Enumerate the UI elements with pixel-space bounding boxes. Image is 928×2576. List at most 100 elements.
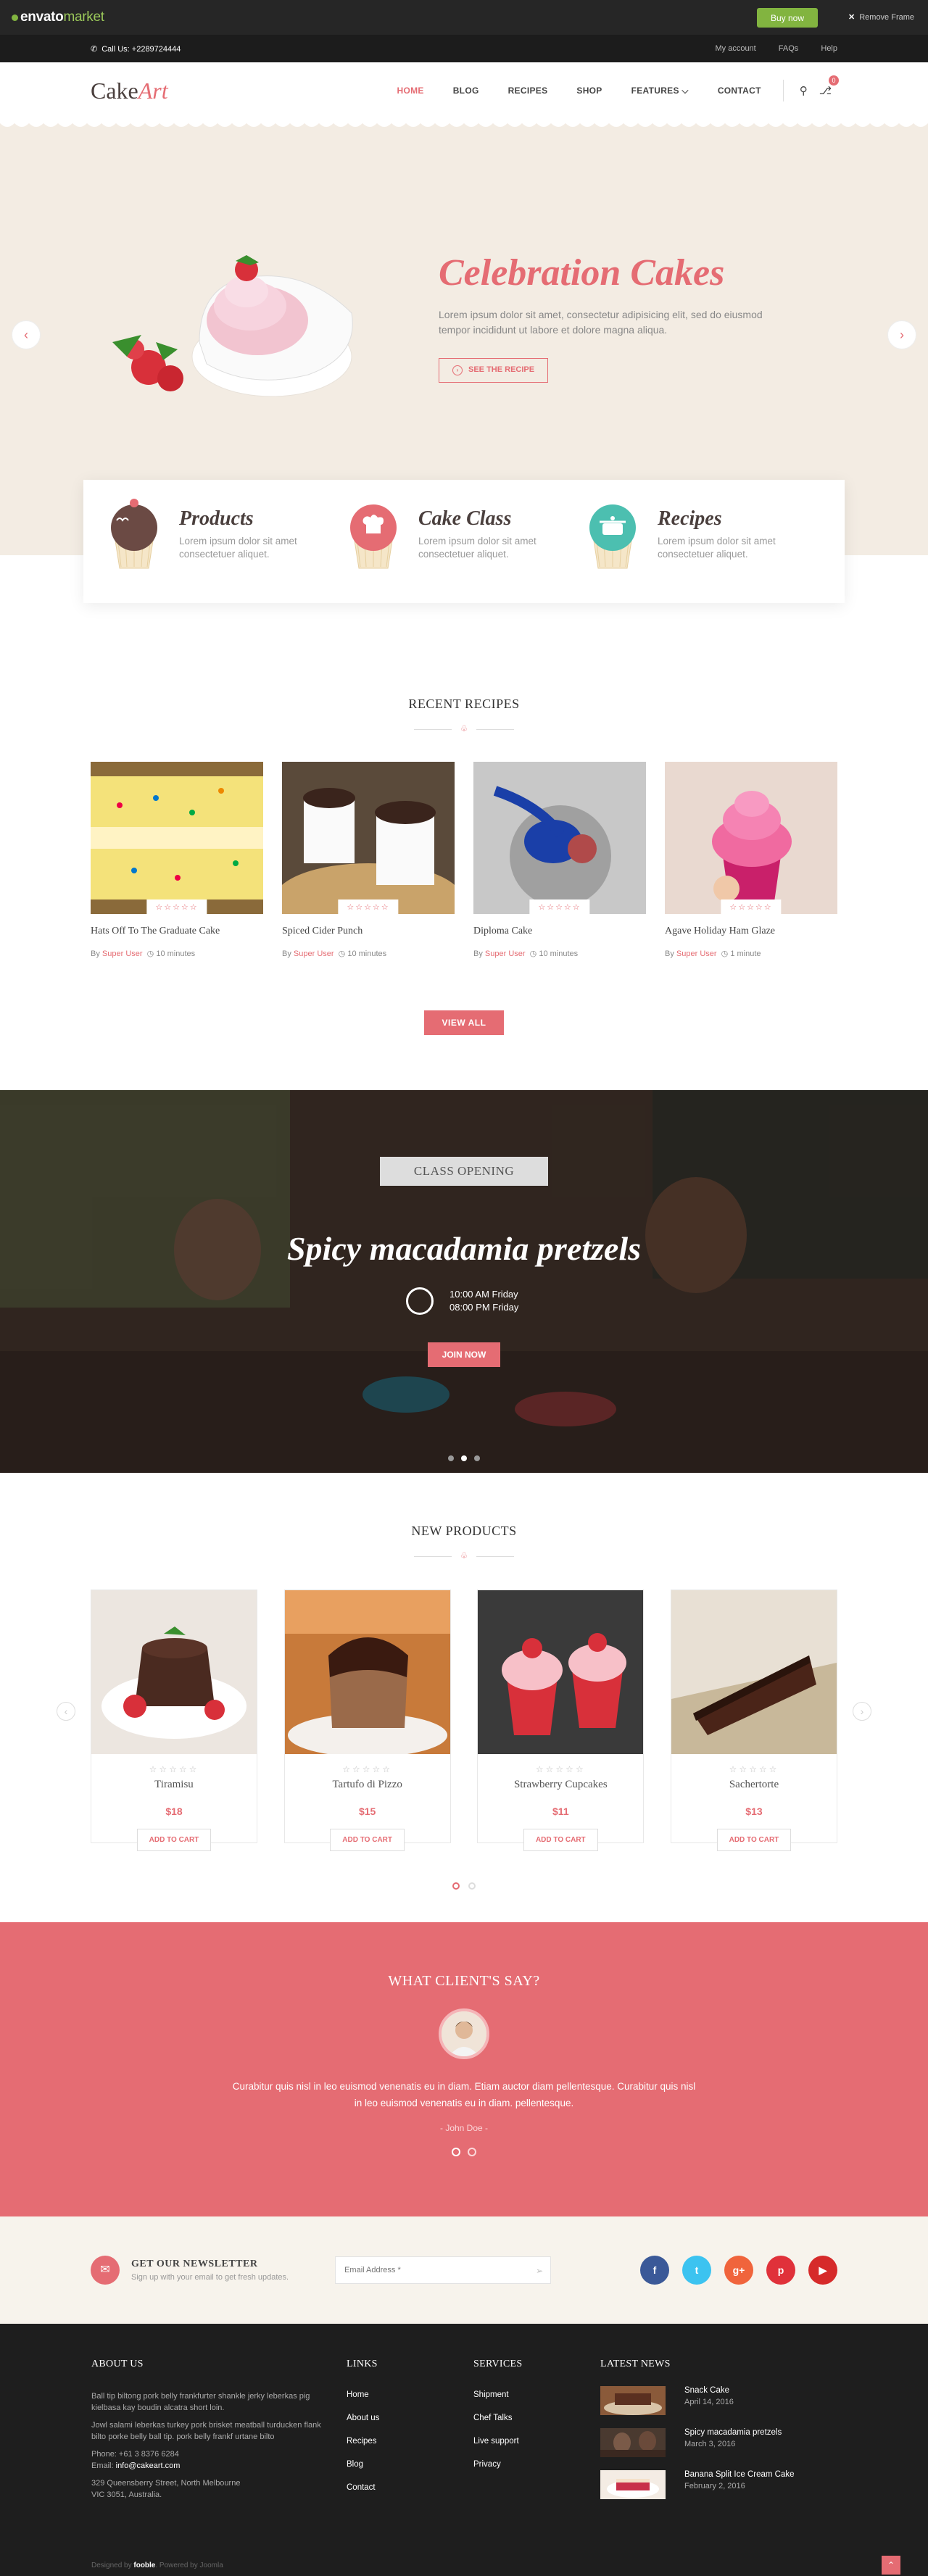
product-image[interactable]	[91, 1590, 257, 1754]
see-recipe-button[interactable]: › SEE THE RECIPE	[439, 358, 549, 383]
product-card[interactable]: ☆☆☆☆☆ Strawberry Cupcakes $11 ADD TO CAR…	[477, 1590, 645, 1851]
news-thumbnail[interactable]	[600, 2386, 666, 2415]
footer-link-home[interactable]: Home	[347, 2390, 379, 2399]
recipe-card[interactable]: ☆☆☆☆☆ Spiced Cider Punch By Super User ◷…	[282, 762, 455, 958]
footer-email[interactable]: info@cakeart.com	[116, 2461, 181, 2470]
add-to-cart-button[interactable]: ADD TO CART	[136, 1829, 212, 1851]
slider-dot-active[interactable]	[452, 2148, 460, 2156]
nav-contact[interactable]: CONTACT	[718, 86, 761, 96]
product-name[interactable]: Sachertorte	[671, 1779, 837, 1791]
youtube-icon[interactable]: ▶	[808, 2256, 837, 2285]
site-logo[interactable]: CakeArt	[91, 78, 168, 104]
cart-icon[interactable]: ⎇ 0	[819, 75, 839, 97]
search-icon[interactable]: ⚲	[800, 84, 808, 97]
google-plus-icon[interactable]: g+	[724, 2256, 753, 2285]
hero-prev-arrow[interactable]: ‹	[12, 320, 41, 349]
add-to-cart-button[interactable]: ADD TO CART	[716, 1829, 792, 1851]
designer-link[interactable]: fooble	[133, 2562, 155, 2569]
feature-recipes[interactable]: Recipes Lorem ipsum dolor sit amet consec…	[584, 499, 823, 584]
footer-link-blog[interactable]: Blog	[347, 2460, 379, 2469]
recipe-title[interactable]: Spiced Cider Punch	[282, 926, 455, 937]
product-image[interactable]	[284, 1590, 450, 1754]
footer-link-about[interactable]: About us	[347, 2414, 379, 2422]
nav-blog[interactable]: BLOG	[453, 86, 479, 96]
news-title[interactable]: Spicy macadamia pretzels	[684, 2428, 782, 2437]
footer-service-shipment[interactable]: Shipment	[473, 2390, 522, 2399]
slider-dot[interactable]	[448, 1455, 454, 1461]
recipe-author[interactable]: Super User	[676, 950, 717, 958]
product-card[interactable]: ☆☆☆☆☆ Tartufo di Pizzo $15 ADD TO CART	[283, 1590, 451, 1851]
twitter-icon[interactable]: t	[682, 2256, 711, 2285]
faqs-link[interactable]: FAQs	[779, 44, 799, 53]
nav-features[interactable]: FEATURES ⌵	[631, 86, 689, 96]
feature-title: Products	[179, 507, 254, 530]
help-link[interactable]: Help	[821, 44, 837, 53]
recipe-image[interactable]: ☆☆☆☆☆	[91, 762, 263, 914]
send-icon[interactable]: ➢	[536, 2266, 543, 2276]
top-bar: ✆ Call Us: +2289724444 My account FAQs He…	[0, 35, 928, 62]
recipe-author[interactable]: Super User	[294, 950, 334, 958]
footer-link-recipes[interactable]: Recipes	[347, 2437, 379, 2446]
recipe-title[interactable]: Agave Holiday Ham Glaze	[665, 926, 837, 937]
recipe-author[interactable]: Super User	[102, 950, 143, 958]
recipe-by: By	[665, 950, 676, 958]
phone-icon: ✆	[91, 44, 98, 54]
recipe-title[interactable]: Hats Off To The Graduate Cake	[91, 926, 263, 937]
news-thumbnail[interactable]	[600, 2470, 666, 2499]
recipe-author[interactable]: Super User	[485, 950, 526, 958]
recipe-image[interactable]: ☆☆☆☆☆	[665, 762, 837, 914]
product-name[interactable]: Tiramisu	[91, 1779, 257, 1791]
slider-dot-active[interactable]	[461, 1455, 467, 1461]
slider-dot-active[interactable]	[452, 1882, 460, 1890]
news-item[interactable]: Snack Cake April 14, 2016	[600, 2386, 840, 2415]
recipe-image[interactable]: ☆☆☆☆☆	[473, 762, 646, 914]
buy-now-button[interactable]: Buy now	[757, 8, 818, 28]
product-name[interactable]: Strawberry Cupcakes	[478, 1779, 643, 1791]
slider-dot[interactable]	[468, 2148, 476, 2156]
news-item[interactable]: Banana Split Ice Cream Cake February 2, 2…	[600, 2470, 840, 2499]
email-field[interactable]	[336, 2257, 551, 2283]
news-thumbnail[interactable]	[600, 2428, 666, 2457]
slider-dot[interactable]	[468, 1882, 476, 1890]
news-title[interactable]: Banana Split Ice Cream Cake	[684, 2470, 795, 2479]
products-next-arrow[interactable]: ›	[853, 1702, 871, 1721]
back-to-top-button[interactable]: ⌃	[882, 2556, 900, 2575]
recent-recipes-section: RECENT RECIPES ♧ ☆☆☆☆☆ Hats Off To The G…	[0, 678, 928, 1035]
feature-cake-class[interactable]: Cake Class Lorem ipsum dolor sit amet con…	[344, 499, 584, 584]
recipe-card[interactable]: ☆☆☆☆☆ Diploma Cake By Super User ◷ 10 mi…	[473, 762, 646, 958]
recipe-image[interactable]: ☆☆☆☆☆	[282, 762, 455, 914]
footer-service-privacy[interactable]: Privacy	[473, 2460, 522, 2469]
nav-recipes[interactable]: RECIPES	[508, 86, 548, 96]
products-prev-arrow[interactable]: ‹	[57, 1702, 75, 1721]
product-name[interactable]: Tartufo di Pizzo	[285, 1779, 450, 1791]
footer-service-chef-talks[interactable]: Chef Talks	[473, 2414, 522, 2422]
section-divider: ♧	[0, 723, 928, 735]
envato-logo[interactable]: envatomarket	[12, 9, 104, 25]
slider-dot[interactable]	[474, 1455, 480, 1461]
add-to-cart-button[interactable]: ADD TO CART	[523, 1829, 598, 1851]
news-title[interactable]: Snack Cake	[684, 2386, 734, 2395]
feature-products[interactable]: Products Lorem ipsum dolor sit amet conse…	[105, 499, 344, 584]
add-to-cart-button[interactable]: ADD TO CART	[330, 1829, 405, 1851]
feature-title: Cake Class	[418, 507, 512, 530]
about-text-1: Ball tip biltong pork belly frankfurter …	[91, 2392, 310, 2412]
remove-frame-link[interactable]: ✕ Remove Frame	[848, 12, 914, 22]
news-item[interactable]: Spicy macadamia pretzels March 3, 2016	[600, 2428, 840, 2457]
footer-service-live-support[interactable]: Live support	[473, 2437, 522, 2446]
product-image[interactable]	[478, 1590, 644, 1754]
product-card[interactable]: ☆☆☆☆☆ Sachertorte $13 ADD TO CART	[670, 1590, 837, 1851]
product-image[interactable]	[671, 1590, 837, 1754]
hero-next-arrow[interactable]: ›	[887, 320, 916, 349]
nav-home[interactable]: HOME	[397, 86, 424, 96]
pinterest-icon[interactable]: p	[766, 2256, 795, 2285]
recipe-card[interactable]: ☆☆☆☆☆ Hats Off To The Graduate Cake By S…	[91, 762, 263, 958]
join-now-button[interactable]: JOIN NOW	[428, 1342, 500, 1367]
recipe-card[interactable]: ☆☆☆☆☆ Agave Holiday Ham Glaze By Super U…	[665, 762, 837, 958]
view-all-button[interactable]: VIEW ALL	[424, 1010, 504, 1035]
footer-link-contact[interactable]: Contact	[347, 2483, 379, 2492]
nav-shop[interactable]: SHOP	[576, 86, 602, 96]
recipe-title[interactable]: Diploma Cake	[473, 926, 646, 937]
facebook-icon[interactable]: f	[640, 2256, 669, 2285]
my-account-link[interactable]: My account	[715, 44, 755, 53]
product-card[interactable]: ☆☆☆☆☆ Tiramisu $18 ADD TO CART	[91, 1590, 257, 1851]
